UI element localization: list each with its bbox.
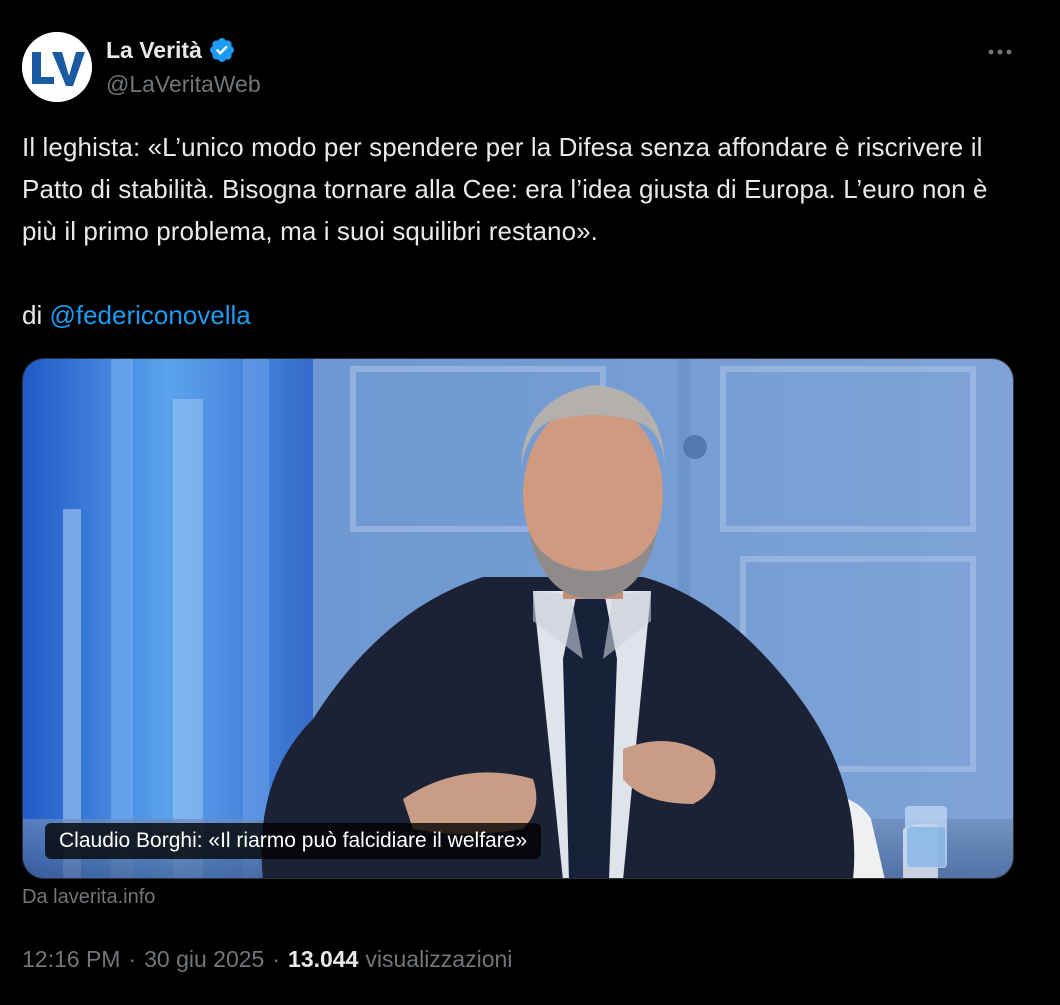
card-caption: Claudio Borghi: «Il riarmo può falcidiar… bbox=[45, 823, 542, 859]
views-label: visualizzazioni bbox=[365, 946, 513, 972]
la-verita-logo bbox=[22, 32, 92, 102]
article-photo bbox=[23, 359, 1013, 878]
tweet-time[interactable]: 12:16 PM bbox=[22, 946, 120, 973]
link-card[interactable]: Claudio Borghi: «Il riarmo può falcidiar… bbox=[22, 358, 1014, 879]
meta-separator: · bbox=[128, 946, 137, 972]
views-count: 13.044 bbox=[288, 946, 359, 972]
display-name[interactable]: La Verità bbox=[106, 37, 202, 64]
tweet-meta: 12:16 PM · 30 giu 2025 · 13.044 visualiz… bbox=[22, 946, 512, 973]
verified-badge-icon[interactable] bbox=[208, 36, 236, 64]
tweet-text: Il leghista: «L’unico modo per spendere … bbox=[22, 132, 988, 246]
author-names: La Verità @LaVeritaWeb bbox=[106, 35, 261, 98]
tweet-date[interactable]: 30 giu 2025 bbox=[144, 946, 264, 973]
tweet-header: La Verità @LaVeritaWeb bbox=[22, 32, 1022, 104]
byline-prefix: di bbox=[22, 300, 43, 330]
card-source-link[interactable]: Da laverita.info bbox=[22, 886, 155, 909]
avatar[interactable] bbox=[22, 32, 92, 102]
mention-link[interactable]: @federiconovella bbox=[49, 300, 250, 330]
more-options-icon[interactable] bbox=[978, 34, 1022, 70]
handle[interactable]: @LaVeritaWeb bbox=[106, 71, 261, 98]
tweet-byline: di @federiconovella bbox=[22, 294, 251, 336]
meta-separator: · bbox=[272, 946, 281, 972]
